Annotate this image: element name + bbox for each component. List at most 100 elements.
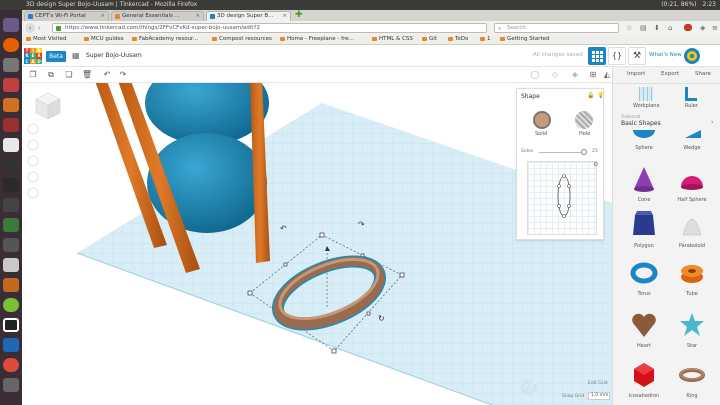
redo-icon[interactable]: ↷ bbox=[118, 70, 128, 80]
duplicate-icon[interactable]: ❏ bbox=[64, 70, 74, 80]
bookmark-todo[interactable]: ToDo bbox=[448, 35, 468, 44]
ruler-icon[interactable] bbox=[685, 87, 697, 101]
dash-icon[interactable] bbox=[3, 18, 19, 32]
close-icon[interactable]: × bbox=[195, 12, 200, 21]
close-icon[interactable]: × bbox=[100, 12, 105, 21]
chevron-right-icon[interactable]: › bbox=[711, 119, 713, 126]
menu-icon[interactable]: ≡ bbox=[712, 24, 718, 32]
bookmark-getting-started[interactable]: Getting Started bbox=[500, 35, 550, 44]
terminal-icon[interactable] bbox=[3, 158, 19, 172]
settings-icon[interactable] bbox=[3, 78, 19, 92]
solid-color-swatch[interactable] bbox=[533, 111, 551, 129]
camera-icon[interactable] bbox=[3, 238, 19, 252]
shape-cone[interactable]: Cone bbox=[619, 163, 669, 203]
document-icon[interactable] bbox=[3, 138, 19, 152]
chrome-icon[interactable] bbox=[3, 358, 19, 372]
light-bulb-icon[interactable]: 💡 bbox=[597, 92, 604, 99]
delete-icon[interactable]: 🗑 bbox=[82, 70, 92, 80]
workplane-label[interactable]: Workplane bbox=[633, 103, 660, 109]
home-icon[interactable]: ⌂ bbox=[668, 24, 672, 32]
ruler-label[interactable]: Ruler bbox=[685, 103, 698, 109]
group-icon[interactable]: ◇ bbox=[550, 70, 560, 80]
shape-tube[interactable]: Tube bbox=[667, 257, 717, 297]
tinkercad-logo[interactable]: T I N K E R C A D bbox=[24, 48, 42, 64]
inkscape-icon[interactable] bbox=[3, 198, 19, 212]
design-title[interactable]: Super Bojo-Uusam bbox=[86, 52, 142, 59]
avatar[interactable] bbox=[684, 48, 700, 64]
tools-icon[interactable]: ⚒ bbox=[628, 47, 646, 65]
shape-category-select[interactable]: Basic Shapes bbox=[621, 120, 661, 127]
workplane-icon[interactable] bbox=[639, 87, 653, 101]
app-icon[interactable] bbox=[3, 118, 19, 132]
undo-icon[interactable]: ↶ bbox=[102, 70, 112, 80]
view-controls[interactable] bbox=[27, 123, 39, 199]
app-icon[interactable] bbox=[3, 298, 19, 312]
tab-tinkercad[interactable]: 3D design Super B... × bbox=[206, 11, 291, 21]
tab-general-essentials[interactable]: General Essentials ... × bbox=[111, 11, 204, 21]
view-cube[interactable] bbox=[35, 92, 61, 120]
bookmark-most-visited[interactable]: Most Visited bbox=[26, 35, 66, 44]
close-icon[interactable]: × bbox=[282, 12, 287, 21]
shape-star[interactable]: Star bbox=[667, 309, 717, 349]
settings-icon[interactable]: ⚙ bbox=[593, 161, 598, 168]
bookmark-freeplane[interactable]: Home - Freeplane - fre... bbox=[280, 35, 354, 44]
bookmark-git[interactable]: Git bbox=[422, 35, 437, 44]
new-tab-plus-icon[interactable]: ✚ bbox=[295, 10, 303, 20]
monitor-icon[interactable] bbox=[3, 178, 19, 192]
align-icon[interactable]: ⊞ bbox=[588, 70, 598, 80]
download-icon[interactable]: ⬇ bbox=[654, 24, 660, 32]
hole-swatch[interactable] bbox=[575, 111, 593, 129]
extension-icon[interactable] bbox=[684, 24, 692, 31]
sides-slider[interactable] bbox=[539, 152, 585, 153]
snap-grid-select[interactable]: 1.0 mm bbox=[588, 392, 610, 400]
software-center-icon[interactable] bbox=[3, 98, 19, 112]
share-button[interactable]: Share bbox=[695, 71, 711, 77]
sides-slider-handle[interactable] bbox=[581, 149, 587, 155]
firefox-icon[interactable] bbox=[3, 38, 19, 52]
battery-status[interactable]: (0:21, 86%) bbox=[661, 0, 696, 10]
ungroup-icon[interactable]: ◈ bbox=[570, 70, 580, 80]
light-icon[interactable]: ◯ bbox=[530, 70, 540, 80]
reading-list-icon[interactable]: ▤ bbox=[640, 24, 647, 32]
edit-grid-button[interactable]: Edit Grid bbox=[588, 381, 608, 386]
lock-icon[interactable]: 🔒 bbox=[587, 92, 594, 99]
whats-new-link[interactable]: What's New bbox=[649, 52, 682, 58]
bookmark-compost[interactable]: Compost resources bbox=[212, 35, 272, 44]
app-icon[interactable] bbox=[3, 318, 19, 332]
bookmark-mcu-guides[interactable]: MCU guides bbox=[84, 35, 124, 44]
shape-ring[interactable]: Ring bbox=[667, 359, 717, 399]
back-icon[interactable]: ‹ bbox=[25, 23, 35, 33]
tab-wifi-portal[interactable]: CEPT's Wi-Fi Portal × bbox=[24, 11, 109, 21]
mirror-icon[interactable]: ◭ bbox=[602, 70, 612, 80]
app-icon[interactable] bbox=[3, 218, 19, 232]
shape-heart[interactable]: Heart bbox=[619, 309, 669, 349]
codeblocks-button[interactable]: {} bbox=[608, 47, 626, 65]
shape-preview[interactable] bbox=[527, 161, 597, 235]
url-bar[interactable]: https://www.tinkercad.com/things/2FFvCFv… bbox=[52, 23, 487, 33]
shield-icon[interactable]: ◈ bbox=[700, 24, 705, 32]
shape-paraboloid[interactable]: Paraboloid bbox=[667, 209, 717, 249]
files-icon[interactable] bbox=[3, 58, 19, 72]
shape-torus[interactable]: Torus bbox=[619, 257, 669, 297]
import-button[interactable]: Import bbox=[627, 71, 645, 77]
star-icon[interactable]: ☆ bbox=[626, 24, 632, 32]
butterfly-icon[interactable] bbox=[3, 278, 19, 292]
bookmark-fabacademy[interactable]: FabAcademy resour... bbox=[132, 35, 198, 44]
search-input[interactable]: ⌕ Search bbox=[494, 23, 619, 33]
shape-half-sphere[interactable]: Half Sphere bbox=[667, 163, 717, 203]
grid-view-button[interactable] bbox=[588, 47, 606, 65]
copy-icon[interactable]: ❐ bbox=[28, 70, 38, 80]
app-icon[interactable] bbox=[3, 338, 19, 352]
shape-polygon[interactable]: Polygon bbox=[619, 209, 669, 249]
clock[interactable]: 2:23 bbox=[703, 0, 716, 10]
paste-icon[interactable]: ⧉ bbox=[46, 70, 56, 80]
trash-icon[interactable] bbox=[3, 378, 19, 392]
bookmark-1[interactable]: 1 bbox=[480, 35, 491, 44]
shape-icosahedron[interactable]: Icosahedron bbox=[619, 359, 669, 399]
forward-icon[interactable]: › bbox=[38, 23, 41, 33]
shape-wedge[interactable]: Wedge bbox=[667, 129, 717, 151]
app-icon[interactable] bbox=[3, 258, 19, 272]
bookmark-html-css[interactable]: HTML & CSS bbox=[372, 35, 413, 44]
shape-sphere[interactable]: Sphere bbox=[619, 122, 669, 151]
export-button[interactable]: Export bbox=[661, 71, 679, 77]
